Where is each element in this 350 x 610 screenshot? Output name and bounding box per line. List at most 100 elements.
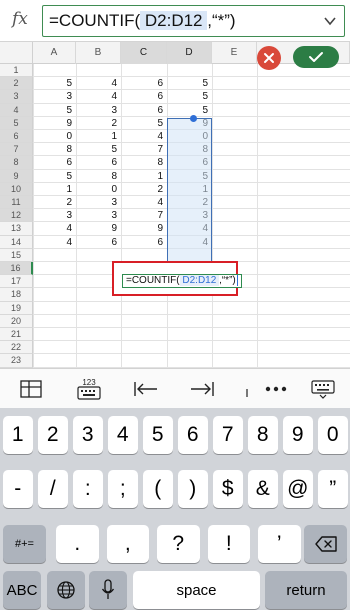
- row-header-17[interactable]: 17: [0, 275, 33, 289]
- key-5[interactable]: 6: [178, 416, 208, 454]
- key-3[interactable]: 4: [108, 416, 138, 454]
- formula-input[interactable]: =COUNTIF( D2:D12 ,“*”): [42, 5, 345, 37]
- key-4[interactable]: 5: [143, 416, 173, 454]
- column-header-a[interactable]: A: [33, 42, 76, 64]
- chevron-down-icon[interactable]: [322, 13, 338, 29]
- cell-a4[interactable]: 5: [33, 104, 76, 117]
- key-6[interactable]: 7: [213, 416, 243, 454]
- row-header-3[interactable]: 3: [0, 90, 33, 104]
- range-handle-top[interactable]: [190, 115, 197, 122]
- row-header-10[interactable]: 10: [0, 182, 33, 196]
- key-punct-2[interactable]: ?: [157, 525, 200, 563]
- cell-a3[interactable]: 3: [33, 90, 76, 103]
- cell-c4[interactable]: 6: [121, 104, 167, 117]
- row-header-13[interactable]: 13: [0, 222, 33, 236]
- column-header-b[interactable]: B: [76, 42, 121, 64]
- spreadsheet-grid[interactable]: ABCDE 1 2 3 4 5 6 7 8 9 10 11 12 13 14 15 16 17 18 19 20 21 2…: [0, 42, 350, 368]
- key-symbol-1[interactable]: /: [38, 470, 68, 508]
- cell-a11[interactable]: 2: [33, 196, 76, 209]
- cell-b13[interactable]: 9: [76, 222, 121, 235]
- table-icon[interactable]: [18, 377, 44, 401]
- cell-d4[interactable]: 5: [167, 104, 212, 117]
- row-header-9[interactable]: 9: [0, 169, 33, 183]
- row-header-1[interactable]: 1: [0, 64, 33, 78]
- cell-a14[interactable]: 4: [33, 236, 76, 249]
- cell-b11[interactable]: 3: [76, 196, 121, 209]
- more-symbols-key[interactable]: #+=: [3, 525, 46, 563]
- cell-a7[interactable]: 8: [33, 143, 76, 156]
- cell-c11[interactable]: 4: [121, 196, 167, 209]
- abc-key[interactable]: ABC: [3, 571, 41, 609]
- selected-range-d2-d12[interactable]: [167, 118, 212, 274]
- tab-left-icon[interactable]: [132, 377, 160, 401]
- cell-a12[interactable]: 3: [33, 209, 76, 222]
- tab-right-icon[interactable]: [188, 377, 216, 401]
- cell-c2[interactable]: 6: [121, 77, 167, 90]
- cell-c7[interactable]: 7: [121, 143, 167, 156]
- space-key[interactable]: space: [133, 571, 260, 609]
- cell-d3[interactable]: 5: [167, 90, 212, 103]
- row-header-12[interactable]: 12: [0, 209, 33, 223]
- cell-b7[interactable]: 5: [76, 143, 121, 156]
- cell-a13[interactable]: 4: [33, 222, 76, 235]
- key-1[interactable]: 2: [38, 416, 68, 454]
- key-symbol-6[interactable]: $: [213, 470, 243, 508]
- cell-c14[interactable]: 6: [121, 236, 167, 249]
- key-8[interactable]: 9: [283, 416, 313, 454]
- confirm-button[interactable]: [293, 46, 339, 68]
- column-header-e[interactable]: E: [212, 42, 257, 64]
- delete-key[interactable]: [304, 525, 347, 563]
- more-icon[interactable]: [262, 377, 290, 401]
- row-header-15[interactable]: 15: [0, 248, 33, 262]
- select-all-corner[interactable]: [0, 42, 33, 64]
- cell-a2[interactable]: 5: [33, 77, 76, 90]
- key-symbol-9[interactable]: ”: [318, 470, 348, 508]
- key-symbol-3[interactable]: ;: [108, 470, 138, 508]
- cell-c10[interactable]: 2: [121, 183, 167, 196]
- keyboard-icon[interactable]: [310, 377, 336, 401]
- cell-c5[interactable]: 5: [121, 117, 167, 130]
- cell-a5[interactable]: 9: [33, 117, 76, 130]
- column-header-d[interactable]: D: [167, 42, 212, 64]
- cell-b5[interactable]: 2: [76, 117, 121, 130]
- key-symbol-2[interactable]: :: [73, 470, 103, 508]
- cell-c8[interactable]: 8: [121, 156, 167, 169]
- cell-b14[interactable]: 6: [76, 236, 121, 249]
- cell-c3[interactable]: 6: [121, 90, 167, 103]
- row-header-22[interactable]: 22: [0, 341, 33, 355]
- cell-d2[interactable]: 5: [167, 77, 212, 90]
- row-header-2[interactable]: 2: [0, 77, 33, 91]
- cancel-button[interactable]: [257, 46, 281, 70]
- cell-b4[interactable]: 3: [76, 104, 121, 117]
- key-symbol-8[interactable]: @: [283, 470, 313, 508]
- key-9[interactable]: 0: [318, 416, 348, 454]
- cell-c13[interactable]: 9: [121, 222, 167, 235]
- cell-b12[interactable]: 3: [76, 209, 121, 222]
- return-key[interactable]: return: [265, 571, 347, 609]
- row-header-11[interactable]: 11: [0, 196, 33, 210]
- cell-a9[interactable]: 5: [33, 170, 76, 183]
- cell-c6[interactable]: 4: [121, 130, 167, 143]
- dictation-key[interactable]: [89, 571, 127, 609]
- key-punct-0[interactable]: .: [56, 525, 99, 563]
- active-cell-editor[interactable]: =COUNTIF( D2:D12 ,“*”): [122, 274, 242, 288]
- key-punct-4[interactable]: ’: [258, 525, 301, 563]
- cell-b2[interactable]: 4: [76, 77, 121, 90]
- cell-b10[interactable]: 0: [76, 183, 121, 196]
- row-header-6[interactable]: 6: [0, 130, 33, 144]
- cell-b9[interactable]: 8: [76, 170, 121, 183]
- cell-a6[interactable]: 0: [33, 130, 76, 143]
- key-symbol-4[interactable]: (: [143, 470, 173, 508]
- row-header-8[interactable]: 8: [0, 156, 33, 170]
- key-symbol-5[interactable]: ): [178, 470, 208, 508]
- cell-c9[interactable]: 1: [121, 170, 167, 183]
- row-header-7[interactable]: 7: [0, 143, 33, 157]
- cell-b8[interactable]: 6: [76, 156, 121, 169]
- numeric-keypad-icon[interactable]: 123: [74, 377, 104, 401]
- row-header-20[interactable]: 20: [0, 314, 33, 328]
- column-header-c[interactable]: C: [121, 42, 167, 64]
- key-2[interactable]: 3: [73, 416, 103, 454]
- row-header-4[interactable]: 4: [0, 103, 33, 117]
- row-header-18[interactable]: 18: [0, 288, 33, 302]
- key-punct-1[interactable]: ,: [106, 525, 149, 563]
